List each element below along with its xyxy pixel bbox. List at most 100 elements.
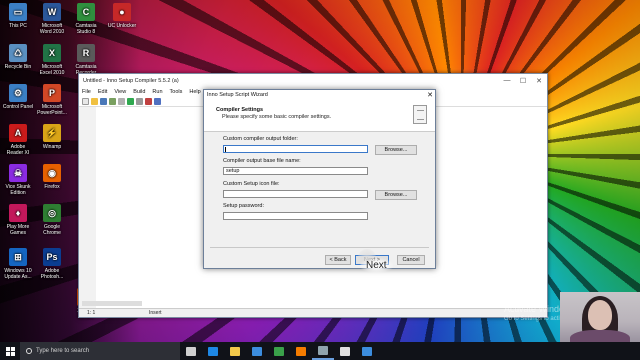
help-icon[interactable] xyxy=(154,97,161,105)
app-icon: ⚙ xyxy=(9,84,27,102)
desktop-icon-label: Windows 10 Update As... xyxy=(4,268,32,280)
desktop-icon-label: Adobe Photosh... xyxy=(40,268,64,280)
compile-icon[interactable] xyxy=(109,97,116,105)
open-folder-icon[interactable] xyxy=(91,97,98,105)
password-label: Setup password: xyxy=(223,203,264,209)
terminate-icon[interactable] xyxy=(145,97,152,105)
desktop-icon[interactable]: X Microsoft Excel 2010 xyxy=(36,44,68,76)
desktop-icon[interactable]: ▭ This PC xyxy=(2,3,34,29)
app-icon: ◎ xyxy=(43,204,61,222)
minimize-icon[interactable]: — xyxy=(499,77,515,84)
taskbar-task-view-button[interactable] xyxy=(180,342,202,360)
search-icon xyxy=(26,348,32,354)
script-wizard-dialog: Inno Setup Script Wizard ✕ Compiler Sett… xyxy=(203,89,436,269)
taskbar-edge-button[interactable] xyxy=(202,342,224,360)
desktop-icon[interactable]: ☠ Vice Skunk Edition xyxy=(2,164,34,196)
back-button[interactable]: < Back xyxy=(325,255,351,265)
new-file-icon[interactable] xyxy=(82,97,89,105)
menu-run[interactable]: Run xyxy=(152,89,162,95)
start-button[interactable] xyxy=(0,342,20,360)
webcam-person-shirt xyxy=(570,330,630,342)
stop-icon[interactable] xyxy=(118,97,125,105)
desktop-icon[interactable]: ◎ Google Chrome xyxy=(36,204,68,236)
base-name-label: Compiler output base file name: xyxy=(223,158,301,164)
taskbar-xampp-button[interactable] xyxy=(290,342,312,360)
taskbar-camtasia-recorder-button[interactable] xyxy=(334,342,356,360)
desktop-icon[interactable]: ⊞ Windows 10 Update As... xyxy=(2,248,34,280)
desktop-icon[interactable]: RCamtasia Recorder xyxy=(70,44,102,76)
camtasia-recorder-icon xyxy=(340,346,350,356)
menu-help[interactable]: Help xyxy=(189,89,200,95)
task-view-icon xyxy=(186,346,196,356)
menu-tools[interactable]: Tools xyxy=(170,89,183,95)
desktop-icon[interactable]: ◉ Firefox xyxy=(36,164,68,190)
app-icon: R xyxy=(77,44,95,62)
desktop-icon[interactable]: ⚡ Winamp xyxy=(36,124,68,150)
taskbar-search[interactable]: Type here to search xyxy=(20,342,180,360)
xampp-icon xyxy=(296,346,306,356)
desktop-icon[interactable]: W Microsoft Word 2010 xyxy=(36,3,68,35)
cancel-button[interactable]: Cancel xyxy=(397,255,425,265)
app-icon: Ps xyxy=(43,248,61,266)
horizontal-scrollbar[interactable] xyxy=(82,301,142,306)
desktop-icon[interactable]: ♦ Play More Games xyxy=(2,204,34,236)
icon-file-label: Custom Setup icon file: xyxy=(223,181,280,187)
menu-file[interactable]: File xyxy=(82,89,91,95)
desktop-icon[interactable]: ⚙ Control Panel xyxy=(2,84,34,110)
inno-setup-icon xyxy=(318,345,328,355)
desktop-icon-label: Adobe Reader XI xyxy=(6,144,30,156)
file-explorer-icon xyxy=(230,346,240,356)
main-title-bar[interactable]: Untitled - Inno Setup Compiler 5.5.2 (a)… xyxy=(79,74,547,87)
page-title: Compiler Settings xyxy=(216,107,264,113)
taskbar-store-button[interactable] xyxy=(246,342,268,360)
icon-file-input[interactable] xyxy=(223,190,368,198)
desktop-icon-label: Microsoft Excel 2010 xyxy=(39,64,65,76)
zoomed-next-label: Next xyxy=(360,258,393,273)
save-icon[interactable] xyxy=(100,97,107,105)
desktop-icon-label: Firefox xyxy=(44,184,60,190)
app-icon: ♺ xyxy=(9,44,27,62)
taskbar-inno-setup-button[interactable] xyxy=(312,342,334,360)
desktop-icon-label: Play More Games xyxy=(6,224,30,236)
desktop-icon-label: UC Unlocker xyxy=(107,23,137,29)
app-icon: P xyxy=(43,84,61,102)
menu-view[interactable]: View xyxy=(114,89,126,95)
page-subtitle: Please specify some basic compiler setti… xyxy=(222,114,332,120)
taskbar-apps xyxy=(180,342,378,360)
desktop-icon[interactable]: ♺ Recycle Bin xyxy=(2,44,34,70)
password-input[interactable] xyxy=(223,212,368,220)
maximize-icon[interactable]: ☐ xyxy=(515,77,531,85)
desktop-icon[interactable]: ● UC Unlocker xyxy=(106,3,138,29)
browse-icon-button[interactable]: Browse... xyxy=(375,190,417,200)
wizard-divider xyxy=(210,247,429,248)
close-icon[interactable]: ✕ xyxy=(425,91,435,99)
taskbar-edge-2-button[interactable] xyxy=(356,342,378,360)
insert-mode: Insert xyxy=(149,310,162,316)
desktop-icon-label: Camtasia Studio 8 xyxy=(75,23,97,35)
wizard-header: Compiler Settings Please specify some ba… xyxy=(204,100,435,132)
taskbar-file-explorer-button[interactable] xyxy=(224,342,246,360)
edge-2-icon xyxy=(362,346,372,356)
desktop-icon[interactable]: A Adobe Reader XI xyxy=(2,124,34,156)
desktop-icon[interactable]: C Camtasia Studio 8 xyxy=(70,3,102,35)
desktop-icon-label: Google Chrome xyxy=(43,224,61,236)
pause-icon[interactable] xyxy=(136,97,143,105)
desktop-icon[interactable]: Ps Adobe Photosh... xyxy=(36,248,68,280)
taskbar-camtasia-button[interactable] xyxy=(268,342,290,360)
menu-build[interactable]: Build xyxy=(133,89,145,95)
desktop-icon-label: This PC xyxy=(9,23,27,29)
app-icon: ☠ xyxy=(9,164,27,182)
desktop-icon[interactable]: P Microsoft PowerPoint... xyxy=(36,84,68,116)
output-folder-input[interactable] xyxy=(223,145,368,153)
close-icon[interactable]: ✕ xyxy=(531,77,547,85)
document-icon xyxy=(413,105,427,124)
browse-output-folder-button[interactable]: Browse... xyxy=(375,145,417,155)
edge-icon xyxy=(208,346,218,356)
windows-logo-icon xyxy=(5,346,15,356)
base-name-input[interactable]: setup xyxy=(223,167,368,175)
search-placeholder: Type here to search xyxy=(36,348,90,354)
wizard-title-bar[interactable]: Inno Setup Script Wizard ✕ xyxy=(204,90,435,100)
menu-edit[interactable]: Edit xyxy=(98,89,107,95)
desktop-icon-label: Vice Skunk Edition xyxy=(5,184,31,196)
run-icon[interactable] xyxy=(127,97,134,105)
